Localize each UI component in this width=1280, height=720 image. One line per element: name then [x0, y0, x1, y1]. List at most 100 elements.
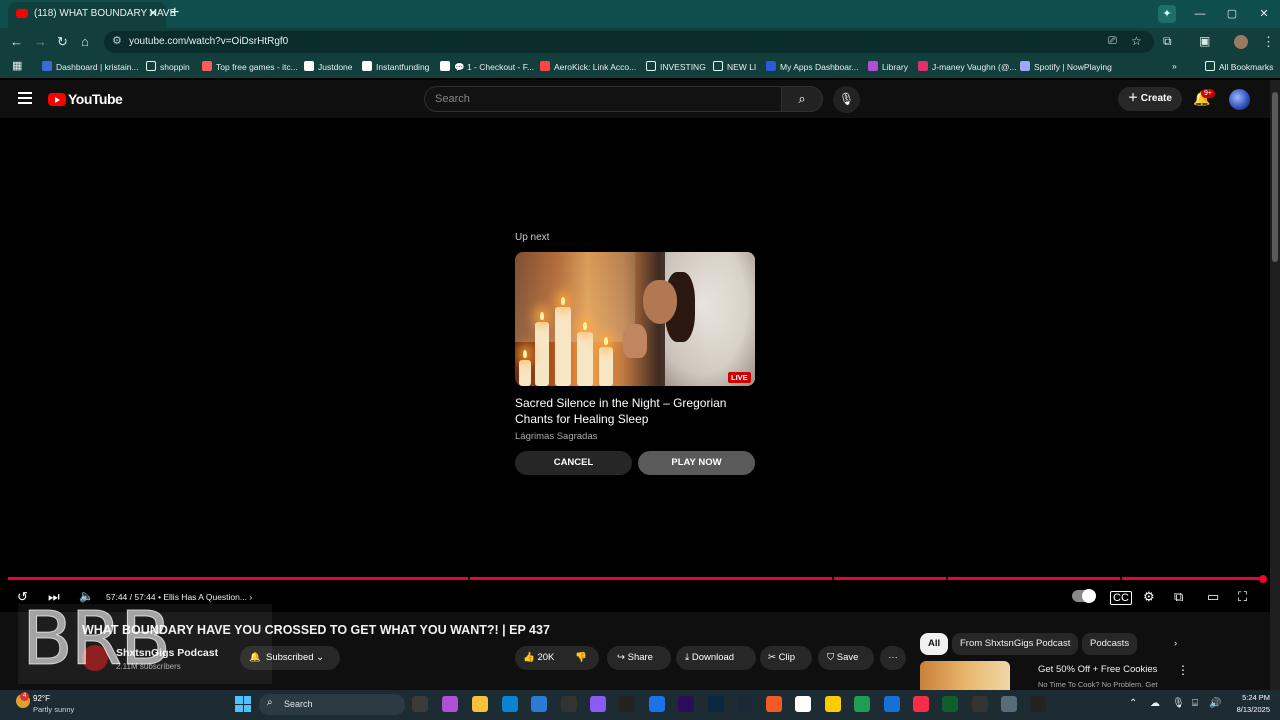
chips-next-chevron-icon[interactable]: ›: [1166, 633, 1185, 655]
tab-close-icon[interactable]: ✕: [148, 6, 158, 20]
music-icon[interactable]: [913, 696, 929, 712]
like-button[interactable]: 👍 20K 👎: [515, 646, 599, 670]
bookmark-spotify[interactable]: Spotify | NowPlaying: [1020, 61, 1112, 72]
copilot-icon[interactable]: [442, 696, 458, 712]
app-icon[interactable]: [942, 696, 958, 712]
up-next-thumbnail[interactable]: [515, 252, 755, 386]
browser-tab[interactable]: (118) WHAT BOUNDARY HAVE ✕: [8, 2, 176, 28]
windows-start-icon[interactable]: [235, 696, 251, 712]
thumbs-down-icon[interactable]: 👎: [575, 646, 587, 670]
profile-avatar[interactable]: [1234, 35, 1248, 49]
bookmark-dashboard[interactable]: Dashboard | kristain...: [42, 61, 139, 72]
microphone-icon[interactable]: 🎙: [1172, 698, 1185, 709]
bookmark-aerokick[interactable]: AeroKick: Link Acco...: [540, 61, 636, 72]
chip-from-channel[interactable]: From ShxtsnGigs Podcast: [952, 633, 1079, 655]
weather-temperature[interactable]: 92°F: [33, 694, 50, 703]
app-icon[interactable]: [619, 696, 635, 712]
discord-icon[interactable]: [590, 696, 606, 712]
play-now-button[interactable]: PLAY NOW: [638, 451, 755, 475]
epic-games-icon[interactable]: [561, 696, 577, 712]
save-button[interactable]: ⛉ Save: [818, 646, 874, 670]
create-button[interactable]: ＋ Create: [1118, 87, 1182, 111]
search-button[interactable]: ⌕: [781, 86, 823, 112]
bookmark-my-apps[interactable]: My Apps Dashboar...: [766, 61, 858, 72]
bookmark-investing[interactable]: INVESTING: [646, 61, 706, 72]
youtube-logo-icon[interactable]: [48, 93, 66, 106]
bookmark-instantfunding[interactable]: Instantfunding: [362, 61, 429, 72]
up-next-title[interactable]: Sacred Silence in the Night – Gregorian …: [515, 395, 755, 427]
chip-podcasts[interactable]: Podcasts: [1082, 633, 1138, 655]
ad-thumbnail[interactable]: [920, 661, 1010, 691]
more-bookmarks-chevron[interactable]: »: [1172, 61, 1177, 71]
ad-more-icon[interactable]: ⋮: [1177, 663, 1189, 677]
extensions-icon[interactable]: ⧉: [1163, 34, 1172, 49]
onedrive-cloud-icon[interactable]: ☁: [1150, 698, 1160, 709]
share-button[interactable]: ↪ Share: [607, 646, 671, 670]
bookmark-shoppin[interactable]: shoppin: [146, 61, 190, 72]
steam-icon[interactable]: [737, 696, 753, 712]
account-avatar[interactable]: [1229, 89, 1250, 110]
bookmark-justdone[interactable]: Justdone: [304, 61, 353, 72]
app-icon[interactable]: [1030, 696, 1046, 712]
scrollbar-thumb[interactable]: [1272, 92, 1278, 262]
clock-date[interactable]: 8/13/2025: [1224, 705, 1270, 714]
search-input[interactable]: Search: [424, 86, 782, 112]
voice-search-mic-icon[interactable]: 🎙: [833, 86, 860, 113]
bookmark-j-maney[interactable]: J-maney Vaughn (@...: [918, 61, 1017, 72]
tray-overflow-chevron-icon[interactable]: ⌃: [1129, 698, 1137, 709]
chrome-icon[interactable]: [795, 696, 811, 712]
bookmark-star-icon[interactable]: ☆: [1131, 34, 1142, 48]
clock-time[interactable]: 5:24 PM: [1230, 693, 1270, 702]
maximize-button[interactable]: ▢: [1216, 0, 1248, 28]
download-button[interactable]: ⤓ Download: [676, 646, 756, 670]
theater-mode-icon[interactable]: ▭: [1207, 589, 1219, 605]
volume-tray-icon[interactable]: 🔊: [1209, 698, 1221, 709]
settings-gear-icon[interactable]: ⚙: [1143, 589, 1155, 605]
new-tab-button[interactable]: +: [170, 4, 179, 22]
chevron-right-icon[interactable]: ›: [249, 592, 252, 602]
chatgpt-icon[interactable]: [972, 696, 988, 712]
bookmark-library[interactable]: Library: [868, 61, 908, 72]
taskbar-search-input[interactable]: ⌕ Search: [259, 694, 405, 715]
edge-icon[interactable]: [502, 696, 518, 712]
premiere-icon[interactable]: [678, 696, 694, 712]
settings-icon[interactable]: [1001, 696, 1017, 712]
reload-icon[interactable]: ↻: [57, 34, 68, 50]
hamburger-menu-icon[interactable]: [18, 92, 32, 104]
fullscreen-icon[interactable]: ⛶: [1238, 589, 1247, 605]
chip-all[interactable]: All: [920, 633, 949, 655]
site-info-icon[interactable]: ⚙: [112, 34, 122, 47]
lightroom-icon[interactable]: [708, 696, 724, 712]
side-panel-icon[interactable]: ▣: [1199, 34, 1210, 48]
task-view-icon[interactable]: [412, 696, 428, 712]
rockstar-icon[interactable]: [825, 696, 841, 712]
install-app-icon[interactable]: ⎚: [1108, 35, 1117, 48]
apps-grid-icon[interactable]: ▦: [12, 59, 22, 72]
outlook-icon[interactable]: [649, 696, 665, 712]
autoplay-toggle[interactable]: [1072, 589, 1096, 603]
cancel-autoplay-button[interactable]: CANCEL: [515, 451, 632, 475]
app-icon[interactable]: [884, 696, 900, 712]
close-window-button[interactable]: ✕: [1248, 0, 1280, 28]
ad-title[interactable]: Get 50% Off + Free Cookies: [1038, 664, 1157, 675]
browser-menu-icon[interactable]: ⋮: [1262, 34, 1275, 50]
all-bookmarks-folder[interactable]: All Bookmarks: [1205, 61, 1273, 72]
forward-icon[interactable]: →: [34, 34, 47, 49]
video-progress-bar[interactable]: [8, 577, 1264, 580]
captions-icon[interactable]: CC: [1110, 591, 1132, 605]
minimize-button[interactable]: —: [1184, 0, 1216, 28]
file-explorer-icon[interactable]: [472, 696, 488, 712]
up-next-channel[interactable]: Lágrimas Sagradas: [515, 431, 597, 442]
origin-icon[interactable]: [766, 696, 782, 712]
youtube-logo-text[interactable]: YouTube: [68, 91, 123, 107]
chapter-title[interactable]: • Ellis Has A Question...: [158, 592, 247, 602]
home-icon[interactable]: ⌂: [81, 34, 89, 49]
bookmark-new-li[interactable]: NEW LI: [713, 61, 756, 72]
network-icon[interactable]: ⌸: [1192, 698, 1198, 709]
more-actions-button[interactable]: ···: [880, 646, 906, 670]
address-bar[interactable]: ⚙ youtube.com/watch?v=OiDsrHtRgf0: [104, 31, 1154, 53]
gemini-sparkle-icon[interactable]: ✦: [1158, 5, 1176, 23]
miniplayer-icon[interactable]: ⧉: [1174, 589, 1183, 605]
store-icon[interactable]: [531, 696, 547, 712]
bookmark-checkout[interactable]: 💬 1 - Checkout - F...: [440, 61, 534, 73]
